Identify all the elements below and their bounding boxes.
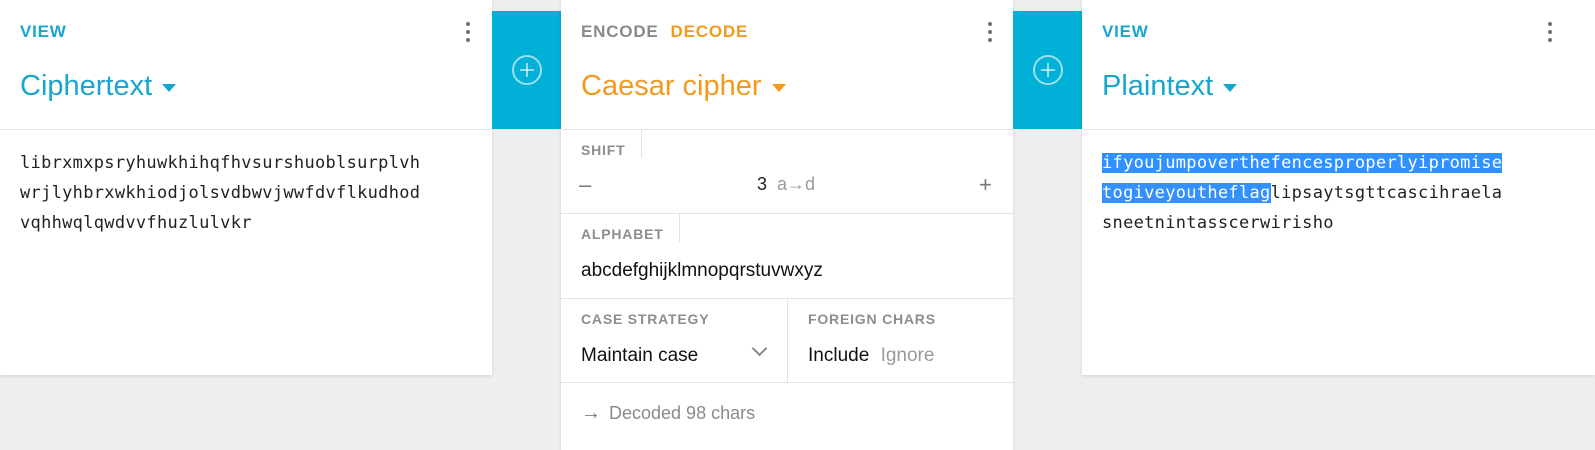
caret-down-icon	[162, 84, 177, 92]
text-line: ifyoujumpoverthefencesproperlyipromise	[1102, 148, 1575, 178]
caret-down-icon	[771, 84, 786, 92]
divider	[679, 214, 680, 242]
status-message: → Decoded 98 chars	[581, 402, 755, 425]
panel-header: VIEW Ciphertext	[0, 0, 492, 130]
add-circle-icon	[511, 55, 542, 85]
selected-text: ifyoujumpoverthefencesproperlyipromise	[1102, 153, 1503, 173]
add-bricks-button[interactable]	[492, 11, 561, 129]
more-options-icon[interactable]	[978, 20, 1002, 44]
setting-label: CASE STRATEGY	[581, 311, 710, 327]
ignore-option[interactable]: Ignore	[881, 345, 935, 366]
alphabet-setting: ALPHABET abcdefghijklmnopqrstuvwxyz	[561, 214, 1013, 299]
options-row: CASE STRATEGY Maintain case FOREIGN CHAR…	[561, 299, 1013, 383]
panel-header: VIEW Plaintext	[1082, 0, 1595, 130]
setting-label: FOREIGN CHARS	[808, 311, 936, 327]
panel-title: Plaintext	[1102, 70, 1214, 102]
ciphertext-content[interactable]: librxmxpsryhuwkhihqfhvsurshuoblsurplvh w…	[0, 130, 492, 256]
selected-text: togiveyoutheflag	[1102, 183, 1271, 203]
divider	[641, 130, 642, 158]
encode-tab[interactable]: ENCODE	[581, 22, 659, 41]
text-line: wrjlyhbrxwkhiodjolsvdbwvjwwfdvflkudhod	[20, 183, 421, 203]
panel-kind-label: VIEW	[1102, 22, 1149, 41]
panel-title-dropdown[interactable]: Plaintext	[1102, 70, 1238, 103]
panel-title: Ciphertext	[20, 70, 153, 102]
alphabet-input[interactable]: abcdefghijklmnopqrstuvwxyz	[581, 260, 823, 282]
include-option[interactable]: Include	[808, 345, 869, 366]
panel-kind-label: VIEW	[20, 22, 67, 41]
unselected-text: lipsaytsgttcascihraela	[1270, 183, 1503, 203]
text-line: librxmxpsryhuwkhihqfhvsurshuoblsurplvh	[20, 153, 421, 173]
mode-switch: ENCODE DECODE	[581, 22, 760, 42]
chevron-down-icon	[751, 340, 768, 357]
increment-button[interactable]: +	[979, 172, 992, 198]
panel-title-dropdown[interactable]: Ciphertext	[20, 70, 177, 103]
decode-tab[interactable]: DECODE	[671, 22, 749, 41]
shift-setting: SHIFT – 3 a→d +	[561, 130, 1013, 214]
add-bricks-button[interactable]	[1013, 11, 1082, 129]
add-circle-icon	[1032, 55, 1063, 85]
panel-header: ENCODE DECODE Caesar cipher	[561, 0, 1013, 130]
panel-title: Caesar cipher	[581, 70, 762, 102]
text-line: togiveyoutheflaglipsaytsgttcascihraela	[1102, 178, 1575, 208]
case-strategy-select[interactable]: Maintain case	[581, 345, 698, 367]
status-text: Decoded 98 chars	[609, 403, 756, 423]
brick-title-dropdown[interactable]: Caesar cipher	[581, 70, 786, 103]
foreign-chars-setting: FOREIGN CHARS Include Ignore	[788, 299, 1013, 382]
more-options-icon[interactable]	[456, 20, 480, 44]
setting-label: ALPHABET	[581, 226, 664, 242]
shift-value[interactable]: 3	[757, 174, 767, 195]
foreign-chars-options: Include Ignore	[808, 345, 934, 367]
plaintext-panel: VIEW Plaintext ifyoujumpoverthefencespro…	[1082, 0, 1595, 375]
arrow-right-icon: →	[581, 402, 601, 424]
ciphertext-panel: VIEW Ciphertext librxmxpsryhuwkhihqfhvsu…	[0, 0, 492, 375]
shift-mapping: a→d	[777, 174, 816, 194]
text-line: vqhhwqlqwdvvfhuzlulvkr	[20, 213, 252, 233]
caret-down-icon	[1223, 84, 1238, 92]
more-options-icon[interactable]	[1538, 20, 1562, 44]
decrement-button[interactable]: –	[579, 172, 591, 198]
text-line: sneetnintasscerwirisho	[1102, 213, 1334, 233]
plaintext-content[interactable]: ifyoujumpoverthefencesproperlyipromise t…	[1082, 130, 1595, 256]
caesar-cipher-panel: ENCODE DECODE Caesar cipher SHIFT – 3 a→d…	[561, 0, 1013, 450]
setting-label: SHIFT	[581, 142, 626, 158]
case-strategy-setting[interactable]: CASE STRATEGY Maintain case	[561, 299, 788, 382]
